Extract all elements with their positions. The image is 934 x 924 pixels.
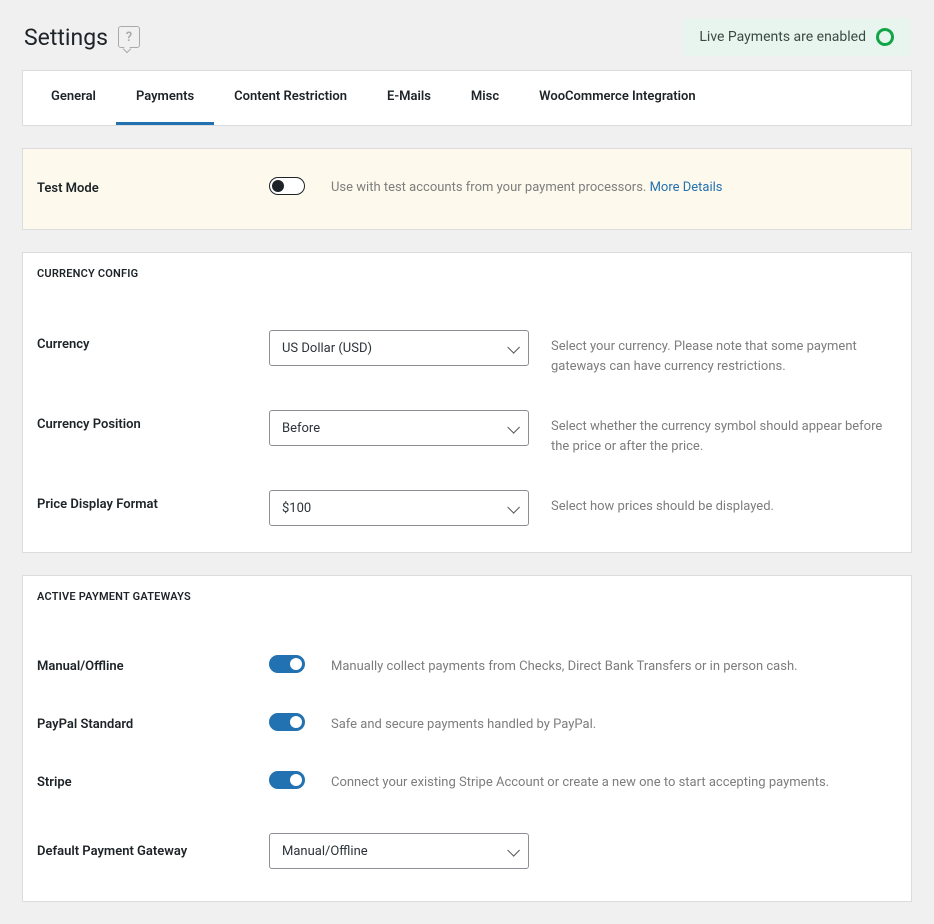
currency-config-title: Currency Config [37, 267, 897, 302]
price-format-select[interactable]: $100 [269, 490, 529, 526]
gateway-row-manual: Manual/Offline Manually collect payments… [37, 625, 897, 695]
gateways-panel: Active Payment Gateways Manual/Offline M… [22, 575, 912, 902]
gateway-toggle-paypal[interactable] [269, 713, 305, 731]
tab-content-restriction[interactable]: Content Restriction [214, 71, 367, 125]
gateway-label-stripe: Stripe [37, 775, 269, 790]
currency-position-description: Select whether the currency symbol shoul… [529, 410, 897, 456]
gateway-toggle-stripe[interactable] [269, 771, 305, 789]
toggle-knob [290, 658, 302, 670]
currency-control: US Dollar (USD) [269, 330, 529, 366]
gateway-desc-stripe: Connect your existing Stripe Account or … [331, 775, 897, 790]
currency-config-panel: Currency Config Currency US Dollar (USD)… [22, 252, 912, 553]
header-left: Settings ? [24, 24, 140, 51]
price-format-description: Select how prices should be displayed. [529, 490, 897, 517]
test-mode-description: Use with test accounts from your payment… [331, 178, 897, 198]
gateway-desc-paypal: Safe and secure payments handled by PayP… [331, 717, 897, 732]
test-mode-label: Test Mode [37, 181, 269, 196]
test-mode-row: Test Mode Use with test accounts from yo… [37, 163, 897, 207]
status-badge: Live Payments are enabled [683, 18, 910, 56]
toggle-knob [290, 774, 302, 786]
currency-position-select[interactable]: Before [269, 410, 529, 446]
gateway-label-paypal: PayPal Standard [37, 717, 269, 732]
tabs-nav: General Payments Content Restriction E-M… [22, 70, 912, 126]
tab-woocommerce[interactable]: WooCommerce Integration [519, 71, 716, 125]
gateway-label-manual: Manual/Offline [37, 659, 269, 674]
tab-payments[interactable]: Payments [116, 71, 214, 125]
currency-position-control: Before [269, 410, 529, 446]
page-title: Settings [24, 24, 108, 51]
currency-position-row: Currency Position Before Select whether … [37, 380, 897, 460]
status-circle-icon [876, 28, 894, 46]
help-icon[interactable]: ? [118, 26, 140, 48]
tab-emails[interactable]: E-Mails [367, 71, 451, 125]
currency-description: Select your currency. Please note that s… [529, 330, 897, 376]
tab-misc[interactable]: Misc [451, 71, 519, 125]
test-mode-panel: Test Mode Use with test accounts from yo… [22, 148, 912, 230]
default-gateway-control: Manual/Offline [269, 833, 529, 869]
gateway-toggle-wrap-paypal [269, 713, 331, 735]
gateways-title: Active Payment Gateways [37, 590, 897, 625]
toggle-knob [290, 716, 302, 728]
tab-general[interactable]: General [23, 71, 116, 125]
test-mode-desc-text: Use with test accounts from your payment… [331, 180, 650, 195]
toggle-knob [272, 180, 284, 192]
default-gateway-row: Default Payment Gateway Manual/Offline [37, 811, 897, 879]
price-format-label: Price Display Format [37, 490, 269, 512]
test-mode-control [269, 177, 331, 199]
price-format-row: Price Display Format $100 Select how pri… [37, 460, 897, 530]
currency-row: Currency US Dollar (USD) Select your cur… [37, 302, 897, 380]
gateway-toggle-wrap-manual [269, 655, 331, 677]
page-header: Settings ? Live Payments are enabled [0, 0, 934, 70]
gateway-row-paypal: PayPal Standard Safe and secure payments… [37, 695, 897, 753]
gateway-toggle-wrap-stripe [269, 771, 331, 793]
status-text: Live Payments are enabled [699, 29, 866, 45]
currency-label: Currency [37, 330, 269, 352]
more-details-link[interactable]: More Details [650, 180, 723, 195]
price-format-control: $100 [269, 490, 529, 526]
default-gateway-select[interactable]: Manual/Offline [269, 833, 529, 869]
default-gateway-label: Default Payment Gateway [37, 844, 269, 859]
currency-select[interactable]: US Dollar (USD) [269, 330, 529, 366]
test-mode-toggle[interactable] [269, 177, 305, 195]
gateway-toggle-manual[interactable] [269, 655, 305, 673]
currency-position-label: Currency Position [37, 410, 269, 432]
gateway-desc-manual: Manually collect payments from Checks, D… [331, 659, 897, 674]
gateway-row-stripe: Stripe Connect your existing Stripe Acco… [37, 753, 897, 811]
